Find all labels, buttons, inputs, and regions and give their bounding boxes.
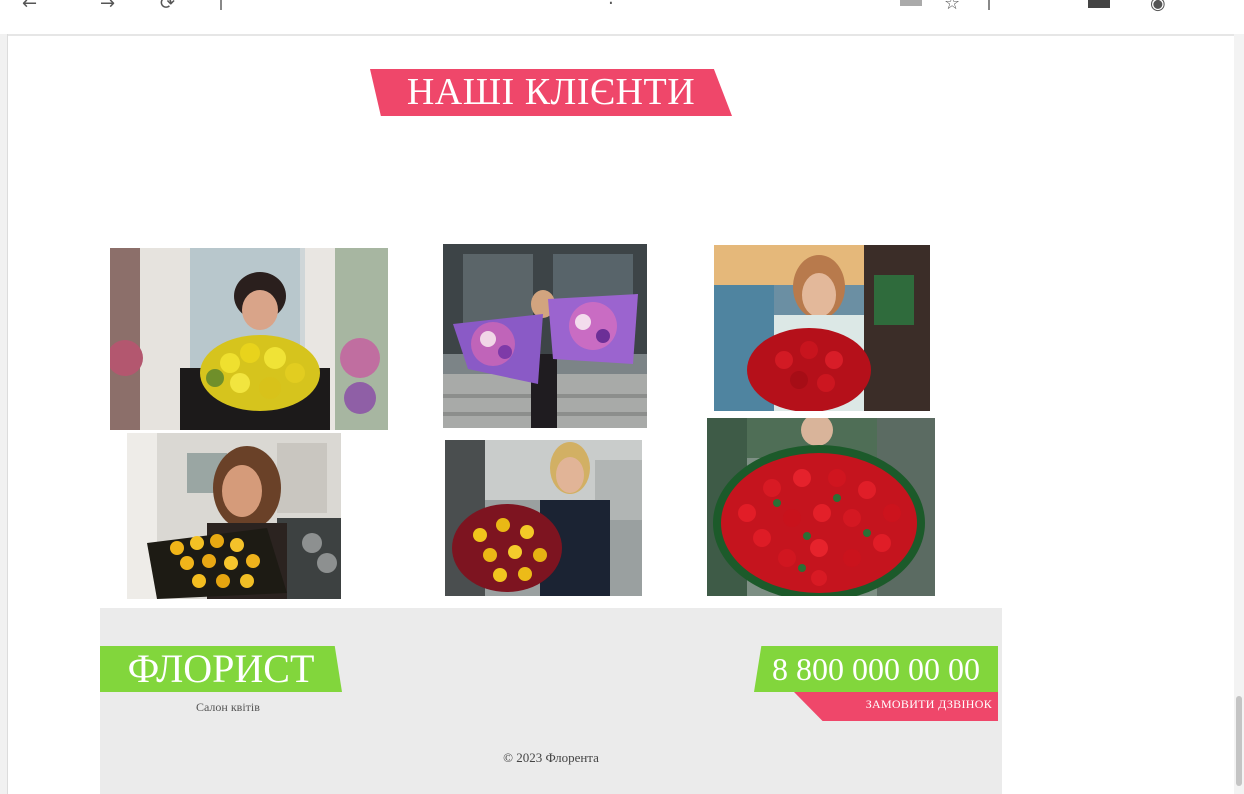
client-photo-5[interactable] — [445, 440, 642, 596]
toolbar-divider-2 — [988, 0, 990, 10]
footer-copyright: © 2023 Флорента — [503, 750, 599, 765]
clients-section-heading: НАШІ КЛІЄНТИ — [370, 69, 732, 116]
client-photo-4[interactable] — [127, 433, 341, 599]
profile-icon[interactable]: ◉ — [1150, 0, 1166, 12]
footer-tagline: Салон квітів — [196, 700, 260, 714]
favorites-icon[interactable]: ☆ — [944, 0, 960, 12]
client-photo-red-roses-icon — [714, 245, 930, 411]
footer-logo[interactable]: ФЛОРИСТ — [100, 646, 342, 692]
client-photo-2[interactable] — [443, 244, 647, 428]
client-photo-purple-bouquets-icon — [443, 244, 647, 428]
client-photo-3[interactable] — [714, 245, 930, 411]
client-photo-red-yellow-roses-icon — [445, 440, 642, 596]
address-bar-icon[interactable]: ⋅ — [608, 0, 614, 12]
extension-icon[interactable] — [900, 0, 922, 6]
site-footer: ФЛОРИСТ Салон квітів 8 800 000 00 00 ЗАМ… — [100, 608, 1002, 794]
client-photo-big-red-bouquet-icon — [707, 418, 935, 596]
footer-phone-number[interactable]: 8 800 000 00 00 — [754, 646, 998, 692]
client-photo-6[interactable] — [707, 418, 935, 596]
back-arrow-icon[interactable]: ← — [22, 0, 37, 12]
client-photo-yellow-tulips-icon — [127, 433, 341, 599]
forward-arrow-icon[interactable]: → — [100, 0, 115, 12]
scrollbar-thumb[interactable] — [1236, 696, 1242, 786]
request-call-button[interactable]: ЗАМОВИТИ ДЗВІНОК — [794, 692, 998, 721]
reload-icon[interactable]: ⟳ — [160, 0, 175, 12]
toolbar-divider — [220, 0, 222, 10]
page: ← → ⟳ ⋅ ☆ ◉ НАШІ КЛІЄНТИ ФЛОРИСТ Салон к… — [0, 0, 1244, 794]
collections-icon[interactable] — [1088, 0, 1110, 8]
window-left-edge — [0, 34, 8, 794]
page-scrollbar[interactable] — [1234, 34, 1244, 794]
client-photo-yellow-roses-icon — [110, 248, 388, 430]
browser-toolbar: ← → ⟳ ⋅ ☆ ◉ — [0, 0, 1244, 36]
client-photo-1[interactable] — [110, 248, 388, 430]
